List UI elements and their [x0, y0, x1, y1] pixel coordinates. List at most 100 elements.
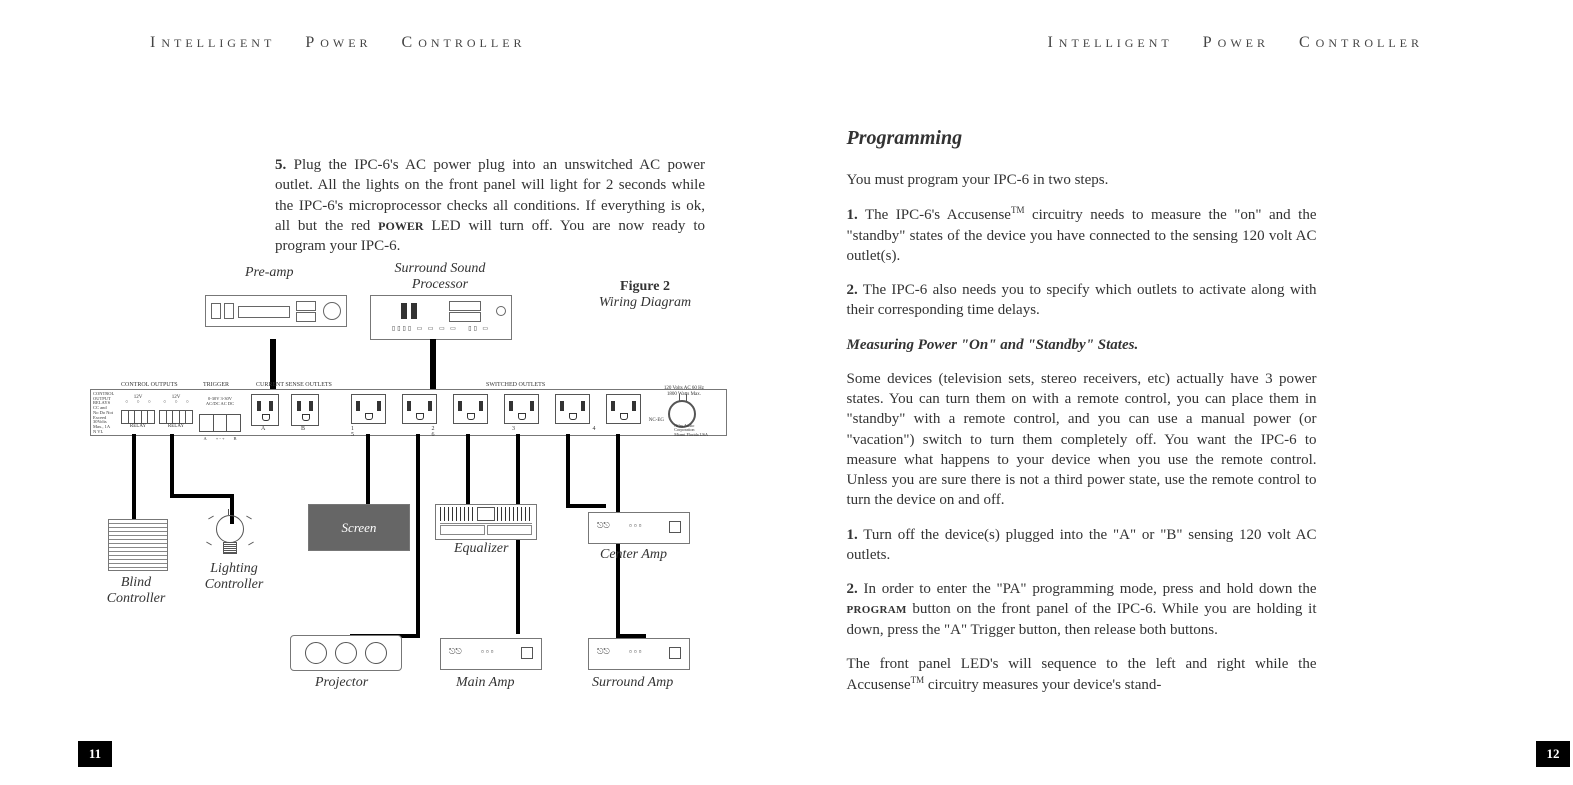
trigger-block: 0-30V 3-30V AC/DC AC DC A+ - +B: [199, 392, 241, 447]
step-number: 1.: [847, 207, 858, 223]
caption-bold: Figure 2: [620, 279, 670, 294]
outlet: [251, 394, 279, 426]
label-preamp: Pre-amp: [245, 265, 293, 281]
label-text: Processor: [412, 277, 468, 292]
decor: [411, 303, 417, 319]
label-ssproc: Surround Sound Processor: [380, 261, 500, 293]
hdr-cap: I: [1047, 34, 1058, 51]
device-main-amp: ⎋⎋ ▫▫▫: [440, 638, 542, 670]
outlet: [402, 394, 437, 424]
decor: [211, 303, 221, 319]
outlet-b-label: B: [301, 426, 305, 432]
para: 2. The IPC-6 also needs you to specify w…: [847, 280, 1317, 321]
wire: [466, 434, 470, 504]
para: The front panel LED's will sequence to t…: [847, 654, 1317, 696]
step-text: The IPC-6's Accusense: [858, 207, 1011, 223]
outlet: [555, 394, 590, 424]
decor: [449, 301, 481, 311]
tm: TM: [911, 675, 925, 685]
step-text: button on the front panel of the IPC-6. …: [847, 601, 1317, 637]
panel-section-label: CURRENT SENSE OUTLETS: [256, 382, 332, 388]
device-equalizer: [435, 504, 537, 540]
nc-eg-label: NC-EG: [649, 418, 664, 423]
para: 1. The IPC-6's AccusenseTM circuitry nee…: [847, 204, 1317, 266]
left-page: INTELLIGENT POWER CONTROLLER 5. Plug the…: [0, 0, 787, 785]
outlet: [453, 394, 488, 424]
hdr-word: OWER: [320, 36, 371, 50]
hdr-cap: P: [1203, 34, 1218, 51]
switched-outlets: [351, 394, 641, 424]
relay-label: RELAY: [121, 424, 155, 429]
relay-block: 12V ○○○ RELAY: [121, 395, 155, 429]
label-projector: Projector: [315, 675, 368, 691]
step-number: 2.: [847, 581, 858, 597]
trig-b: B: [234, 437, 237, 442]
para: 2. In order to enter the "PA" programmin…: [847, 579, 1317, 640]
decor: [323, 302, 341, 320]
step-text: In order to enter the "PA" programming m…: [858, 581, 1317, 597]
power-label: POWER: [378, 219, 423, 233]
header-right: INTELLIGENT POWER CONTROLLER: [1047, 34, 1423, 52]
wire: [566, 504, 606, 508]
outlet: [504, 394, 539, 424]
device-ssproc: [370, 295, 512, 327]
outlet: [291, 394, 319, 426]
device-blind-controller: [108, 519, 168, 571]
device-preamp: [205, 295, 347, 327]
brand-label: Niles Audio Corporation Miami Florida US…: [674, 424, 708, 437]
section-heading: Programming: [847, 125, 1317, 152]
wire: [430, 339, 436, 389]
right-page: INTELLIGENT POWER CONTROLLER Programming…: [787, 0, 1573, 785]
wire: [566, 434, 570, 504]
page-spread: INTELLIGENT POWER CONTROLLER 5. Plug the…: [0, 0, 1573, 785]
label-lighting: Lighting Controller: [194, 561, 274, 593]
para: You must program your IPC-6 in two steps…: [847, 170, 1317, 190]
para: 1. Turn off the device(s) plugged into t…: [847, 525, 1317, 566]
hdr-word: ONTROLLER: [1316, 36, 1423, 50]
wire: [132, 434, 136, 519]
program-label: PROGRAM: [847, 604, 907, 616]
outlet: [606, 394, 641, 424]
label-surround-amp: Surround Amp: [592, 675, 673, 691]
figure-caption: Figure 2 Wiring Diagram: [585, 279, 705, 311]
device-lighting: [210, 515, 250, 555]
label-text: Surround Sound: [395, 261, 486, 276]
decor: [296, 301, 316, 311]
device-center-amp: ⎋⎋ ▫▫▫: [588, 512, 690, 544]
caption-italic: Wiring Diagram: [599, 295, 691, 310]
label-text: Blind: [121, 575, 151, 590]
hdr-cap: C: [402, 34, 419, 51]
ipc6-rear-panel: CONTROL OUTPUTS TRIGGER CURRENT SENSE OU…: [90, 389, 727, 436]
page-number-left: 11: [78, 741, 112, 767]
step-number: 5.: [275, 157, 286, 173]
wire: [366, 434, 370, 504]
hdr-word: NTELLIGENT: [1059, 36, 1173, 50]
hdr-cap: I: [150, 34, 161, 51]
decor: [496, 306, 506, 316]
label-equalizer: Equalizer: [454, 541, 508, 557]
wire: [416, 434, 420, 634]
step-number: 1.: [847, 527, 858, 543]
left-body-text: 5. Plug the IPC-6's AC power plug into a…: [275, 140, 705, 271]
relay-label: RELAY: [159, 424, 193, 429]
subheading: Measuring Power "On" and "Standby" State…: [847, 335, 1317, 355]
hdr-cap: P: [305, 34, 320, 51]
tm: TM: [1011, 205, 1025, 215]
outlet-numbers: 1 2 3 4 5 6: [351, 426, 641, 438]
step-text: Turn off the device(s) plugged into the …: [847, 527, 1317, 563]
decor: [238, 306, 290, 318]
connector-strip: ▯▯▯▯ ▭ ▭ ▭ ▭ ▯▯ ▭: [370, 325, 512, 340]
hdr-word: ONTROLLER: [418, 36, 525, 50]
hdr-cap: C: [1299, 34, 1316, 51]
decor: [401, 303, 407, 319]
decor: [296, 312, 316, 322]
para: Some devices (television sets, stereo re…: [847, 369, 1317, 511]
label-text: Controller: [205, 577, 264, 592]
wire: [170, 434, 174, 494]
hdr-word: OWER: [1218, 36, 1269, 50]
panel-section-label: CONTROL OUTPUTS: [121, 382, 178, 388]
device-screen: Screen: [308, 504, 410, 551]
outlet: [351, 394, 386, 424]
foot-text: circuitry measures your device's stand-: [924, 677, 1161, 693]
panel-section-label: SWITCHED OUTLETS: [486, 382, 545, 388]
